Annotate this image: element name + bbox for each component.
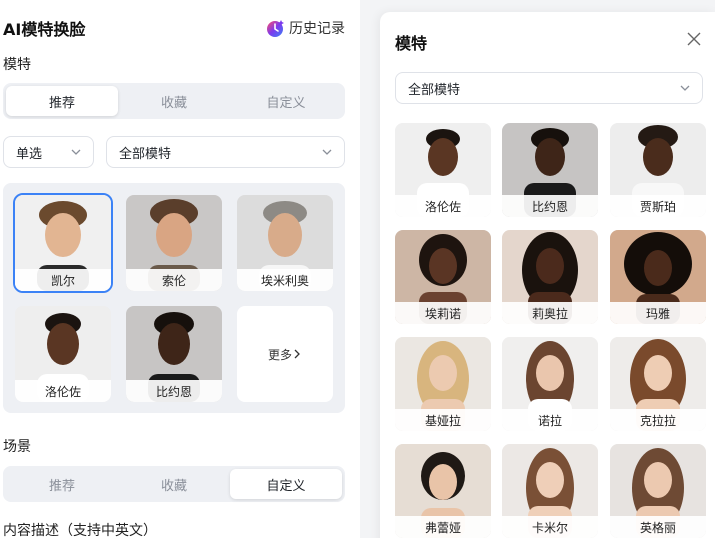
model-name: 英格丽 — [610, 516, 706, 538]
model-name: 埃米利奥 — [237, 269, 333, 291]
chevron-down-icon — [322, 147, 332, 157]
modal-model-card[interactable]: 英格丽 — [610, 444, 706, 538]
tab-favorites[interactable]: 收藏 — [118, 469, 230, 499]
model-grid: 凯尔 索伦 埃米利奥 洛伦佐 比约恩 更多 — [3, 183, 345, 413]
header: AI模特换脸 历史记录 — [3, 14, 345, 42]
app-title: AI模特换脸 — [3, 20, 86, 39]
model-name: 莉奥拉 — [502, 302, 598, 324]
model-name: 比约恩 — [126, 380, 222, 402]
close-icon[interactable] — [686, 31, 702, 47]
tab-favorites[interactable]: 收藏 — [118, 86, 230, 116]
model-card[interactable]: 洛伦佐 — [15, 306, 111, 402]
model-card[interactable]: 比约恩 — [126, 306, 222, 402]
model-name: 比约恩 — [502, 195, 598, 217]
tab-custom[interactable]: 自定义 — [230, 469, 342, 499]
model-name: 玛雅 — [610, 302, 706, 324]
modal-category-value: 全部模特 — [408, 82, 461, 98]
modal-model-card[interactable]: 埃莉诺 — [395, 230, 491, 324]
model-name: 索伦 — [126, 269, 222, 291]
modal-model-card[interactable]: 基娅拉 — [395, 337, 491, 431]
model-card[interactable]: 埃米利奥 — [237, 195, 333, 291]
model-name: 埃莉诺 — [395, 302, 491, 324]
chevron-down-icon — [71, 147, 81, 157]
model-name: 洛伦佐 — [15, 380, 111, 402]
model-card[interactable]: 索伦 — [126, 195, 222, 291]
more-label: 更多 — [267, 347, 292, 362]
modal-model-card[interactable]: 玛雅 — [610, 230, 706, 324]
modal-model-card[interactable]: 克拉拉 — [610, 337, 706, 431]
mode-select[interactable]: 单选 — [3, 136, 94, 168]
model-section-label: 模特 — [3, 57, 31, 73]
chevron-right-icon — [292, 349, 302, 359]
history-label: 历史记录 — [289, 21, 345, 37]
scene-tabs: 推荐 收藏 自定义 — [3, 466, 345, 502]
model-tabs: 推荐 收藏 自定义 — [3, 83, 345, 119]
category-select[interactable]: 全部模特 — [106, 136, 345, 168]
chevron-down-icon — [680, 83, 690, 93]
model-name: 基娅拉 — [395, 409, 491, 431]
modal-title: 模特 — [395, 34, 428, 53]
model-name: 卡米尔 — [502, 516, 598, 538]
modal-model-card[interactable]: 莉奥拉 — [502, 230, 598, 324]
scene-section-label: 场景 — [3, 439, 31, 455]
model-name: 克拉拉 — [610, 409, 706, 431]
modal-model-card[interactable]: 卡米尔 — [502, 444, 598, 538]
model-picker-modal: 模特 全部模特 洛伦佐 比约恩 贾斯珀 埃莉诺 莉奥拉 玛雅 基娅拉 诺拉 克拉… — [380, 12, 715, 538]
left-panel: AI模特换脸 历史记录 模特 推荐 收藏 自定义 单选 全部模特 凯尔 索伦 埃… — [0, 0, 360, 538]
model-name: 诺拉 — [502, 409, 598, 431]
mode-select-value: 单选 — [16, 146, 43, 162]
modal-model-card[interactable]: 弗蕾娅 — [395, 444, 491, 538]
model-name: 洛伦佐 — [395, 195, 491, 217]
tab-custom[interactable]: 自定义 — [230, 86, 342, 116]
model-card[interactable]: 凯尔 — [13, 193, 113, 293]
modal-model-card[interactable]: 贾斯珀 — [610, 123, 706, 217]
modal-model-card[interactable]: 诺拉 — [502, 337, 598, 431]
model-name: 弗蕾娅 — [395, 516, 491, 538]
modal-model-card[interactable]: 洛伦佐 — [395, 123, 491, 217]
tab-recommend[interactable]: 推荐 — [6, 469, 118, 499]
model-name: 凯尔 — [15, 269, 111, 291]
modal-category-select[interactable]: 全部模特 — [395, 72, 703, 104]
tab-recommend[interactable]: 推荐 — [6, 86, 118, 116]
history-button[interactable]: 历史记录 — [265, 18, 345, 38]
modal-model-card[interactable]: 比约恩 — [502, 123, 598, 217]
category-select-value: 全部模特 — [119, 146, 172, 162]
more-models-button[interactable]: 更多 — [237, 306, 333, 402]
model-name: 贾斯珀 — [610, 195, 706, 217]
description-label: 内容描述（支持中英文） — [3, 523, 157, 538]
history-icon — [265, 18, 285, 38]
